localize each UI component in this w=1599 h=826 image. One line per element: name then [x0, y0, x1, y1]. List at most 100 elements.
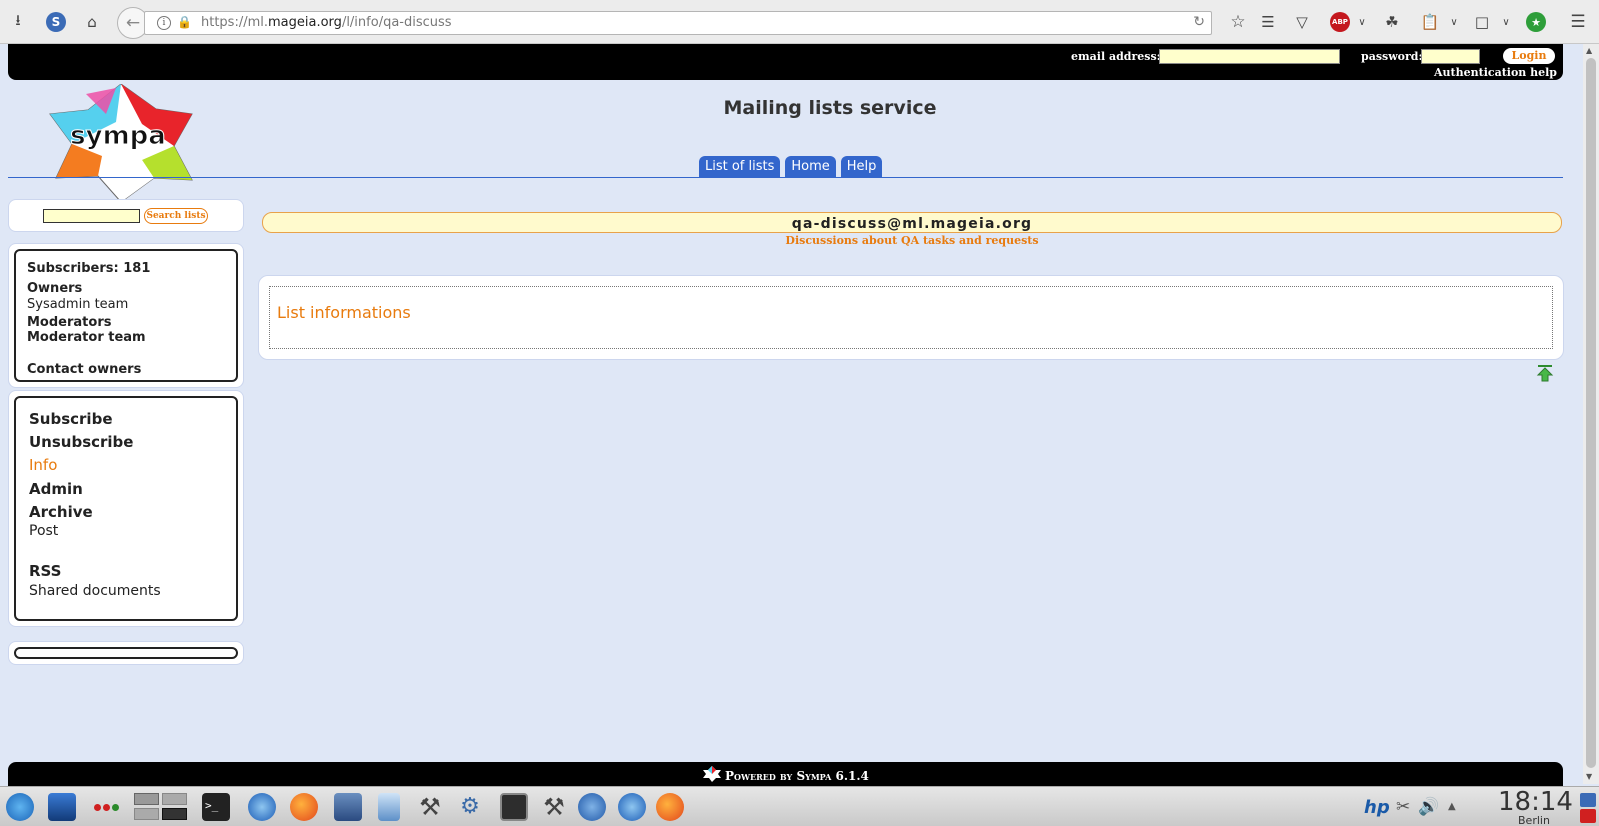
desktop-icon[interactable] [48, 793, 76, 821]
firefox-icon[interactable] [290, 793, 318, 821]
menu-icon[interactable]: ☰ [1568, 12, 1588, 32]
login-button[interactable]: Login [1503, 48, 1555, 64]
url-prefix: https://ml. [201, 15, 269, 30]
scrollbar-thumb[interactable] [1586, 58, 1596, 768]
page-scrollbar[interactable]: ▲ ▼ [1583, 44, 1599, 784]
owners-label: Owners [27, 281, 83, 296]
thunderbird-icon[interactable] [248, 793, 276, 821]
chevron-down-icon[interactable]: ∨ [1352, 12, 1372, 32]
url-domain: mageia.org [268, 15, 342, 30]
start-menu-icon[interactable] [6, 793, 34, 821]
menu-subscribe[interactable]: Subscribe [29, 410, 113, 428]
power-icon[interactable] [1580, 809, 1596, 823]
package-manager-icon[interactable]: ⚙ [456, 793, 484, 821]
menu-admin[interactable]: Admin [29, 480, 83, 498]
menu-rss[interactable]: RSS [29, 562, 61, 580]
url-bar[interactable]: i 🔒 https://ml.mageia.org/l/info/qa-disc… [144, 11, 1212, 35]
moderators-label: Moderators [27, 315, 112, 330]
tools-icon[interactable]: ⚒ [540, 793, 568, 821]
system-monitor-icon[interactable] [500, 793, 528, 821]
powered-by-text[interactable]: Powered by Sympa 6.1.4 [725, 769, 869, 783]
logo-text: sympa [70, 121, 166, 151]
home-icon[interactable]: ⌂ [82, 12, 102, 32]
adblock-icon[interactable]: ABP [1330, 12, 1350, 32]
image-viewer-icon[interactable] [334, 793, 362, 821]
list-info-panel: Subscribers: 181 Owners Sysadmin team Mo… [8, 243, 244, 388]
list-info-box: Subscribers: 181 Owners Sysadmin team Mo… [14, 249, 238, 382]
search-lists-button[interactable]: Search lists [144, 208, 208, 224]
menu-archive[interactable]: Archive [29, 503, 93, 521]
clipboard-icon[interactable]: 📋 [1420, 12, 1440, 32]
desktop-taskbar: >_ ⚒ ⚙ ⚒ hp ✂ 🔊 ▲ 18:14 Berlin [0, 786, 1599, 826]
list-menu-panel: Subscribe Unsubscribe Info Admin Archive… [8, 390, 244, 627]
download-icon[interactable]: ⭳ [8, 11, 28, 32]
menu-shared-documents: Shared documents [29, 583, 161, 599]
info-icon[interactable]: i [157, 16, 171, 30]
sympa-logo[interactable]: sympa [46, 83, 196, 203]
pocket-icon[interactable]: ▽ [1292, 12, 1312, 32]
menu-post: Post [29, 523, 59, 539]
menu-info[interactable]: Info [29, 456, 57, 474]
browser-toolbar: ⭳ S ⌂ ← i 🔒 https://ml.mageia.org/l/info… [0, 0, 1599, 44]
chevron-down-icon[interactable]: ∨ [1496, 12, 1516, 32]
list-address-banner: qa-discuss@ml.mageia.org [262, 212, 1562, 233]
clock-time[interactable]: 18:14 [1498, 787, 1573, 817]
volume-icon[interactable]: 🔊 [1418, 797, 1439, 817]
bookmark-star-icon[interactable]: ☆ [1228, 12, 1248, 32]
tools-icon[interactable]: ⚒ [416, 793, 444, 821]
file-manager-icon[interactable] [378, 793, 400, 821]
password-field[interactable] [1421, 49, 1480, 64]
pager-desktop-3[interactable] [134, 808, 159, 820]
sync-icon[interactable]: S [46, 12, 66, 32]
tray-expand-icon[interactable]: ▲ [1448, 801, 1456, 812]
sympa-logo-graphic: sympa [49, 83, 193, 203]
back-to-top-icon[interactable] [1536, 364, 1554, 382]
contact-owners-link[interactable]: Contact owners [27, 362, 141, 377]
list-subject: Discussions about QA tasks and requests [785, 234, 1039, 247]
tab-help[interactable]: Help [840, 156, 883, 177]
red-dot-icon [93, 803, 101, 811]
empty-panel-box [14, 647, 238, 659]
menu-unsubscribe[interactable]: Unsubscribe [29, 433, 133, 451]
pager-desktop-1[interactable] [134, 793, 159, 805]
settings-icon[interactable] [578, 793, 606, 821]
owners-value: Sysadmin team [27, 297, 129, 312]
header-divider [8, 177, 1563, 178]
site-title: Mailing lists service [723, 97, 937, 119]
url-path: /l/info/qa-discuss [341, 15, 452, 30]
url-text[interactable]: https://ml.mageia.org/l/info/qa-discuss [201, 15, 452, 30]
thunderbird-icon[interactable] [618, 793, 646, 821]
tab-list-of-lists[interactable]: List of lists [699, 156, 781, 177]
firefox-active-icon[interactable] [656, 793, 684, 821]
terminal-icon[interactable]: >_ [202, 793, 230, 821]
moderators-value: Moderator team [27, 330, 146, 345]
scroll-down-icon[interactable]: ▼ [1586, 772, 1592, 781]
search-input[interactable] [43, 209, 140, 223]
list-menu-box: Subscribe Unsubscribe Info Admin Archive… [14, 396, 238, 621]
pager-desktop-4[interactable] [162, 808, 187, 820]
activities-icon[interactable] [92, 793, 120, 821]
content-inner-box: List informations [269, 286, 1553, 349]
section-heading: List informations [277, 303, 411, 322]
main-nav: List of lists Home Help [699, 156, 883, 177]
list-address: qa-discuss@ml.mageia.org [791, 216, 1033, 232]
reload-icon[interactable]: ↻ [1193, 14, 1205, 30]
red-dot-icon [102, 803, 110, 811]
page-icon[interactable]: □ [1472, 12, 1492, 32]
reading-list-icon[interactable]: ☰ [1258, 12, 1278, 32]
extension-icon[interactable]: ☘ [1382, 12, 1402, 32]
scissors-icon[interactable]: ✂ [1396, 797, 1410, 817]
hp-icon[interactable]: hp [1364, 797, 1390, 818]
authentication-help-link[interactable]: Authentication help [1434, 66, 1557, 79]
pager-icon[interactable] [134, 793, 190, 821]
password-label: password: [1361, 50, 1423, 63]
up-arrow-icon [1536, 365, 1554, 382]
scroll-up-icon[interactable]: ▲ [1586, 46, 1592, 55]
green-extension-icon[interactable]: ★ [1526, 12, 1546, 32]
email-field[interactable] [1159, 49, 1340, 64]
lock-screen-icon[interactable] [1580, 793, 1596, 807]
chevron-down-icon[interactable]: ∨ [1444, 12, 1464, 32]
tab-home[interactable]: Home [785, 156, 836, 177]
pager-desktop-2[interactable] [162, 793, 187, 805]
empty-panel [8, 641, 244, 665]
